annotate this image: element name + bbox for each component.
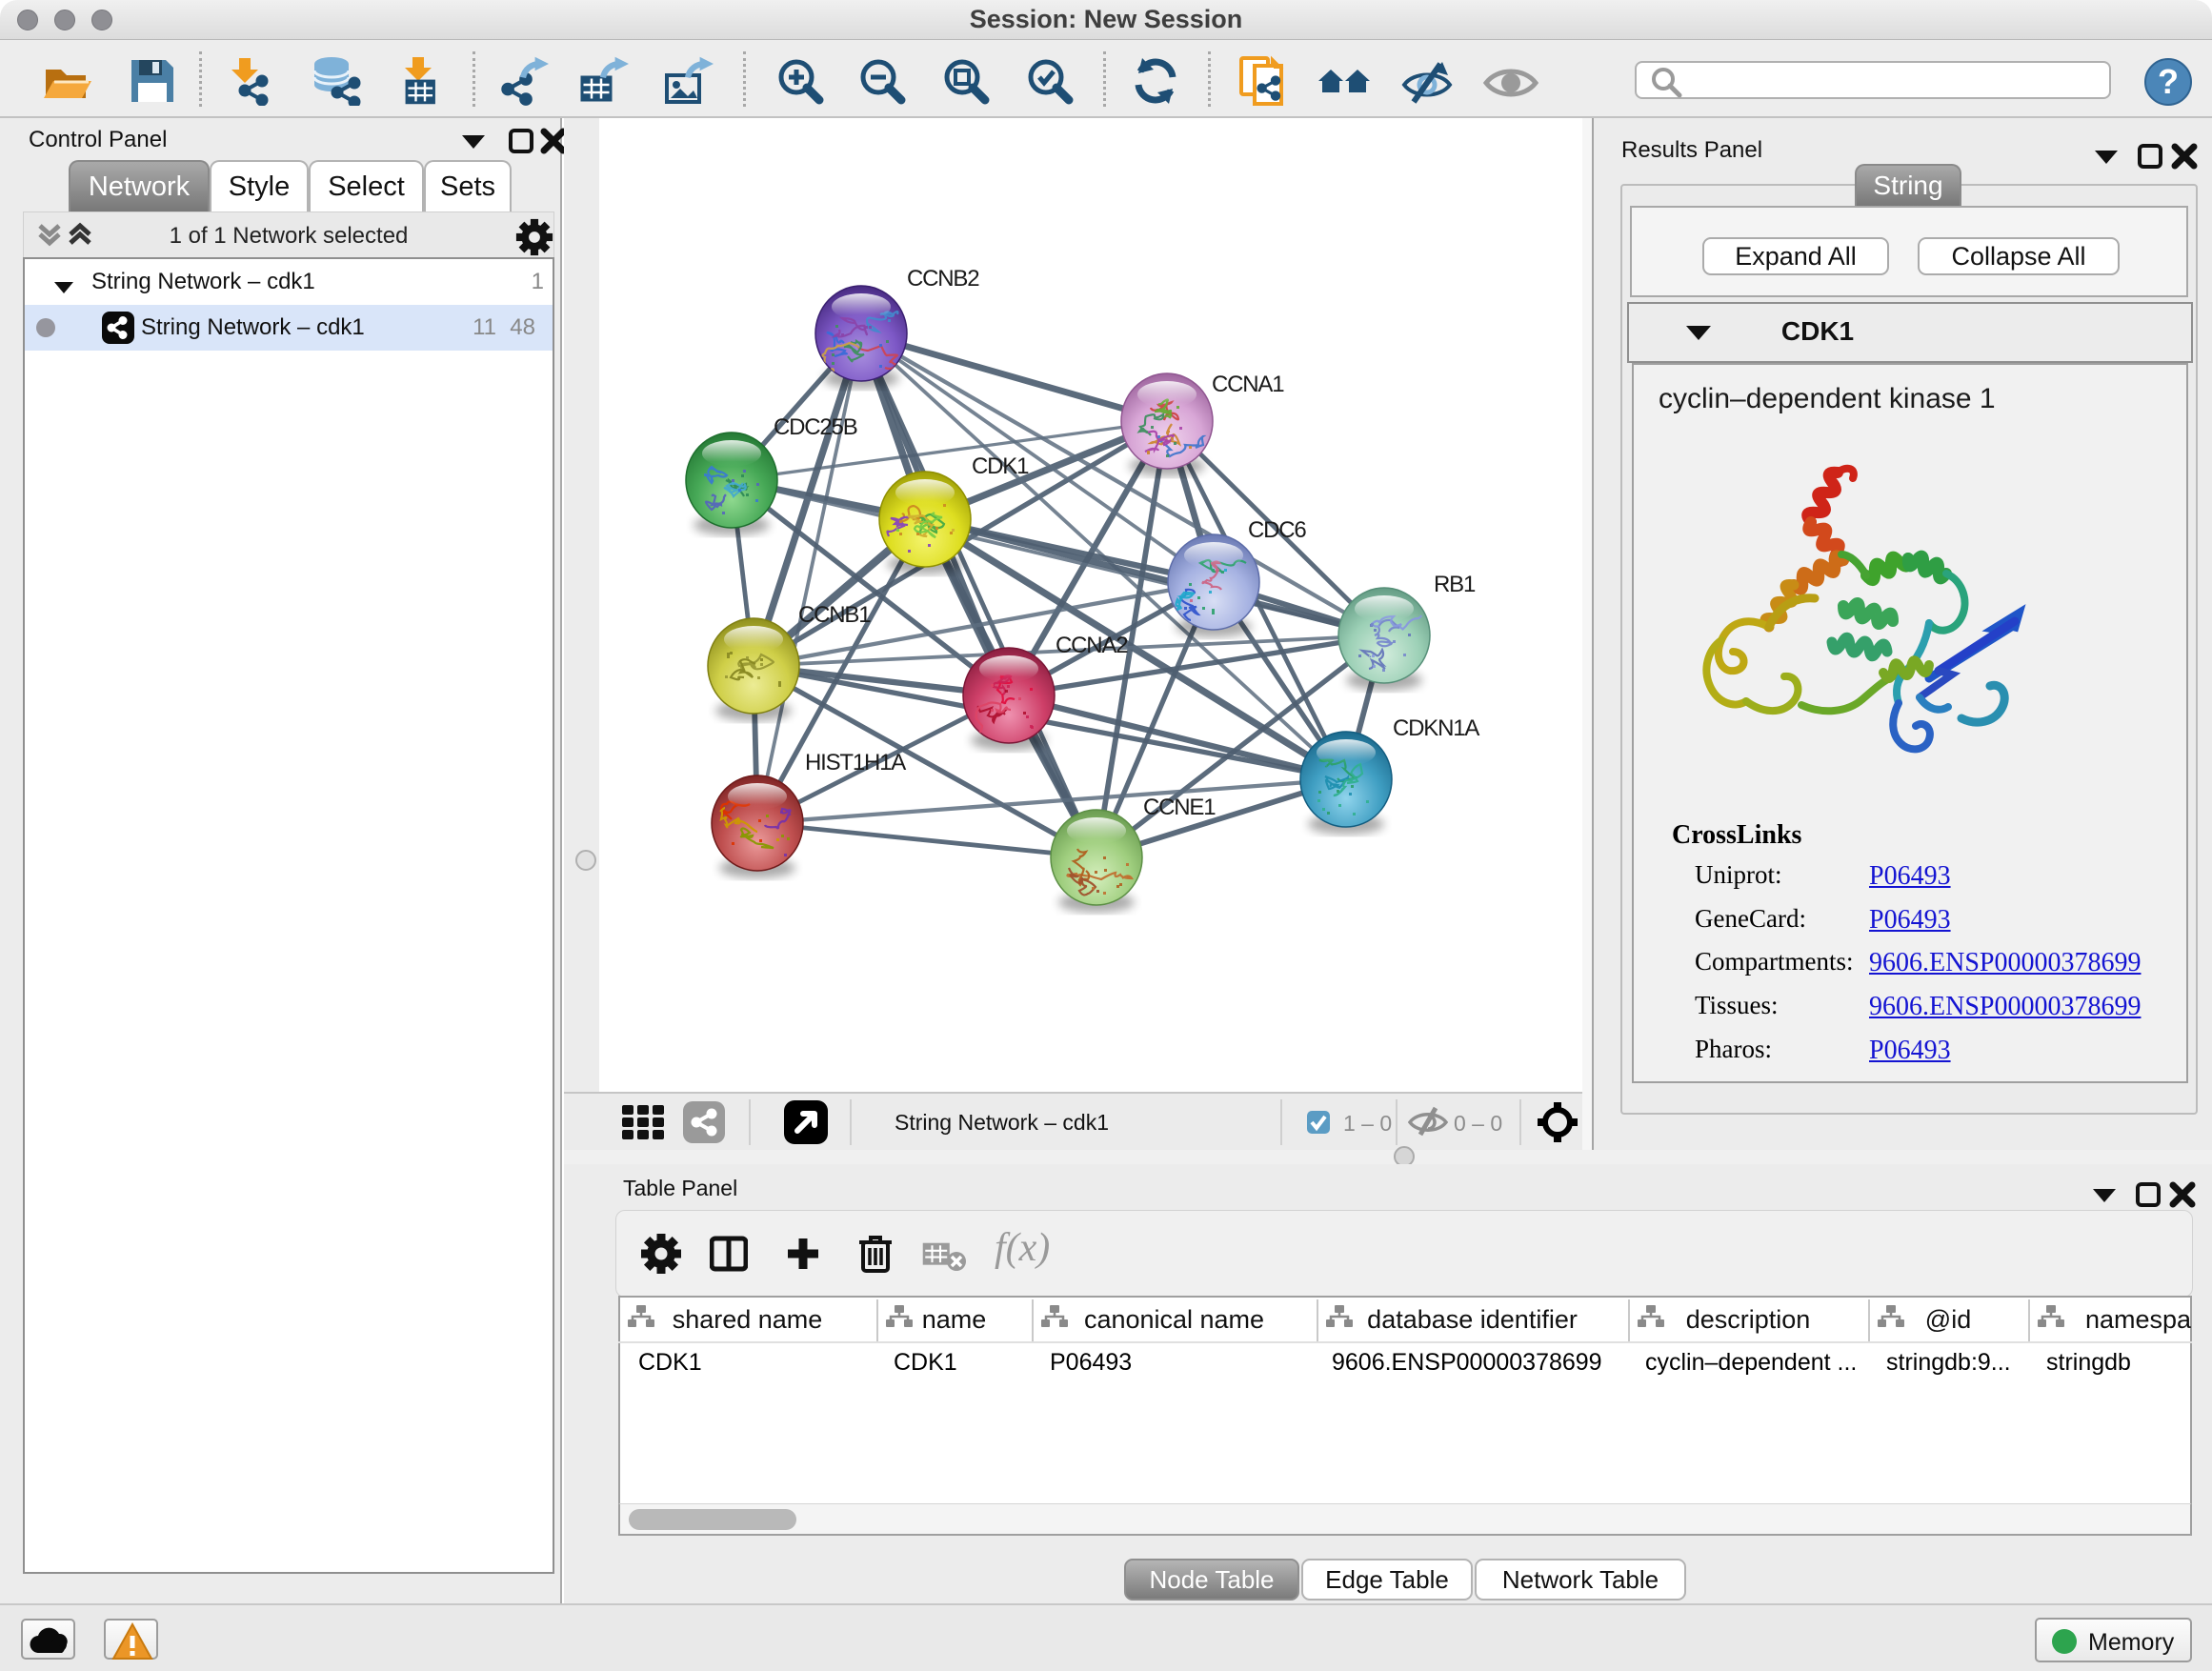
svg-text:CCNE1: CCNE1 (1143, 795, 1216, 820)
svg-text:HIST1H1A: HIST1H1A (805, 750, 906, 775)
svg-text:CDC25B: CDC25B (774, 414, 857, 440)
svg-text:CDK1: CDK1 (972, 453, 1029, 479)
svg-text:CCNB1: CCNB1 (798, 602, 871, 628)
svg-text:CCNB2: CCNB2 (907, 266, 979, 292)
svg-text:CDKN1A: CDKN1A (1393, 715, 1479, 741)
svg-text:CDC6: CDC6 (1248, 517, 1306, 543)
svg-text:RB1: RB1 (1434, 572, 1476, 597)
svg-text:CCNA2: CCNA2 (1056, 633, 1128, 658)
svg-text:?: ? (2158, 62, 2179, 101)
svg-text:CCNA1: CCNA1 (1212, 372, 1284, 397)
